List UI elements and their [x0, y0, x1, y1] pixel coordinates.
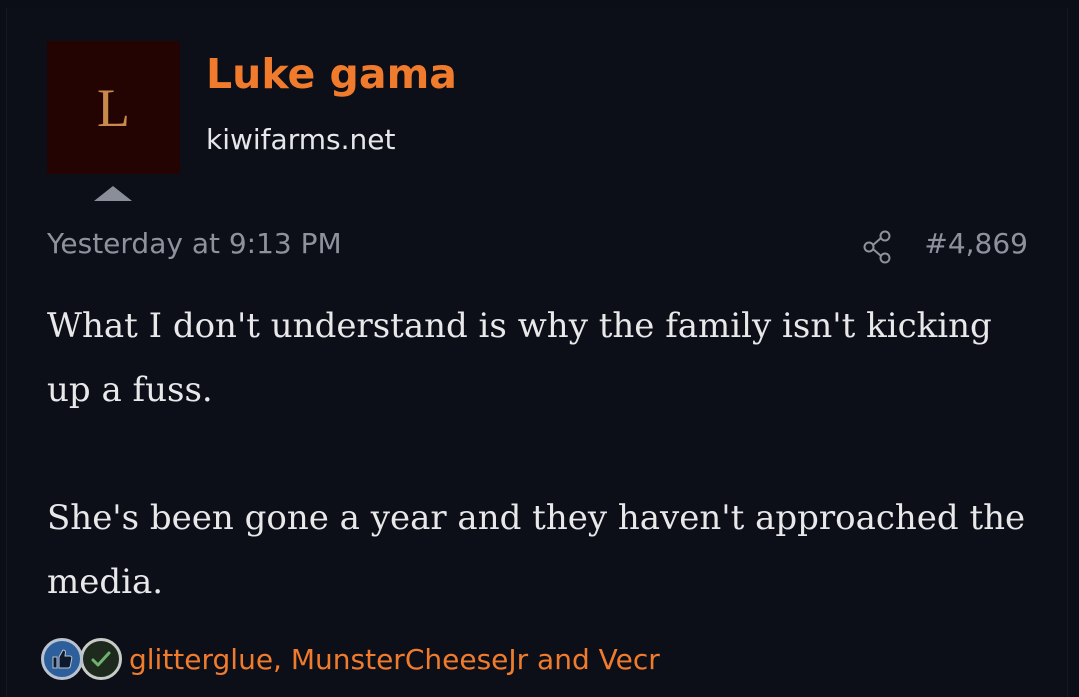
post-number-link[interactable]: #4,869	[924, 227, 1028, 260]
post-author-name[interactable]: Luke gama	[206, 50, 457, 98]
reactions-bar[interactable]: glitterglue, MunsterCheeseJr and Vecr	[41, 633, 660, 685]
avatar-pointer-caret-icon	[94, 186, 132, 201]
avatar-initial: L	[97, 77, 130, 138]
share-icon[interactable]	[860, 229, 896, 265]
post-body: What I don't understand is why the famil…	[47, 294, 1037, 614]
like-icon	[41, 638, 83, 680]
post-paragraph: What I don't understand is why the famil…	[47, 306, 992, 410]
forum-post: L Luke gama kiwifarms.net Yesterday at 9…	[6, 8, 1068, 697]
post-paragraph: She's been gone a year and they haven't …	[47, 498, 1026, 602]
agree-check-icon	[80, 638, 122, 680]
reactors-list-link[interactable]: glitterglue, MunsterCheeseJr and Vecr	[129, 643, 660, 676]
user-avatar[interactable]: L	[47, 41, 180, 174]
post-timestamp[interactable]: Yesterday at 9:13 PM	[47, 227, 342, 260]
post-author-site: kiwifarms.net	[206, 123, 396, 156]
